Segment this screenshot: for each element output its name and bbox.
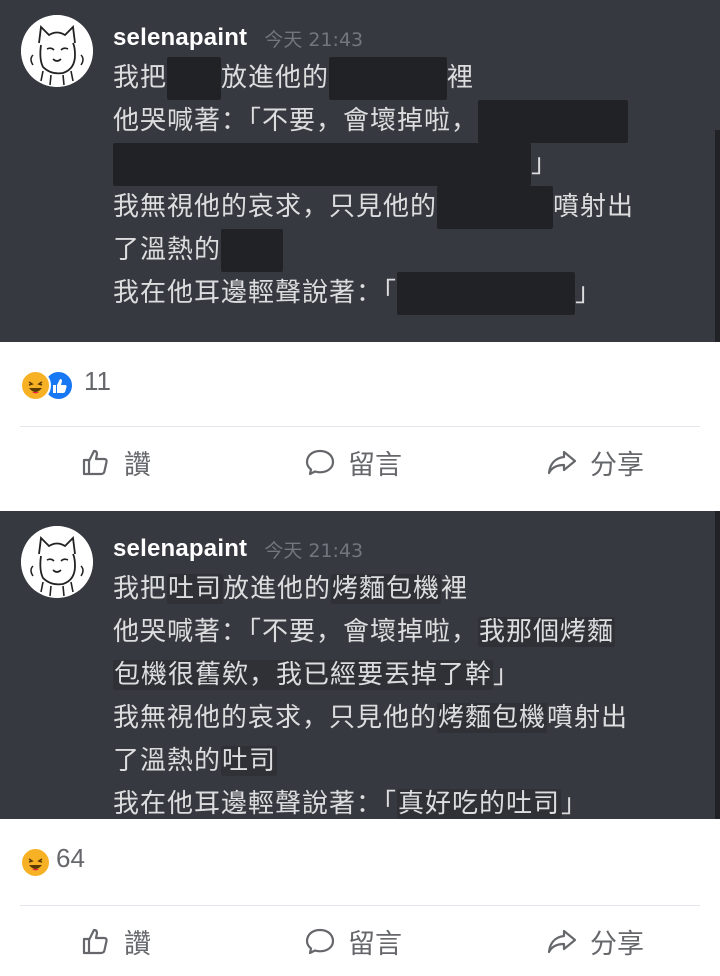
thumbs-up-icon: [82, 449, 108, 476]
text-segment: 放進他的: [221, 63, 330, 93]
text-segment: 」: [531, 149, 559, 179]
reaction-summary[interactable]: 64: [20, 819, 700, 906]
message-body: 我把 放進他的 裡 他哭喊著：「不要，會壞掉啦， 」 我無視他的哀求，只見他的 噴射出…: [113, 57, 690, 315]
like-button[interactable]: 讚: [80, 427, 151, 497]
post-2: selenapaint 今天 21:43 我把吐司放進他的烤麵包機裡 他哭喊著：…: [0, 511, 720, 976]
reaction-count[interactable]: 64: [56, 843, 85, 874]
text-segment: 裡: [447, 63, 475, 93]
like-label: 讚: [124, 449, 151, 481]
action-bar: 讚 留言 分享: [20, 427, 700, 497]
reaction-count[interactable]: 11: [84, 366, 111, 397]
text-segment: 他哭喊著：「不要，會壞掉啦，: [113, 617, 479, 647]
comment-bubble-icon: [305, 928, 335, 955]
spoiler-block[interactable]: [221, 229, 284, 272]
text-segment: 我在他耳邊輕聲說著：「: [113, 789, 398, 819]
reaction-icons: [20, 847, 51, 878]
share-arrow-icon: [547, 450, 577, 475]
text-segment: 裡: [441, 574, 469, 604]
share-label: 分享: [590, 928, 644, 960]
share-button[interactable]: 分享: [546, 906, 644, 976]
text-segment: 了溫熱的: [113, 235, 222, 265]
spoiler-block[interactable]: [397, 272, 576, 315]
message-header: selenapaint 今天 21:43: [113, 535, 363, 567]
revealed-spoiler[interactable]: 吐司: [221, 746, 278, 776]
spoiler-block[interactable]: [478, 100, 629, 143]
text-segment: 放進他的: [223, 574, 332, 604]
message-line: 我在他耳邊輕聲說著：「真好吃的吐司」: [113, 783, 690, 819]
reaction-summary[interactable]: 11: [20, 342, 700, 427]
avatar[interactable]: [21, 526, 93, 598]
username[interactable]: selenapaint: [113, 535, 247, 562]
text-segment: 我無視他的哀求，只見他的: [113, 703, 438, 733]
message-line: 了溫熱的吐司: [113, 740, 690, 783]
action-bar: 讚 留言 分享: [20, 906, 700, 976]
message-line: 他哭喊著：「不要，會壞掉啦，我那個烤麵: [113, 611, 690, 654]
text-segment: 了溫熱的: [113, 746, 222, 776]
message-line: 我在他耳邊輕聲說著：「 」: [113, 272, 690, 315]
text-segment: 噴射出: [547, 703, 629, 733]
revealed-spoiler[interactable]: 烤麵包機: [331, 574, 442, 604]
message-line: 我把吐司放進他的烤麵包機裡: [113, 568, 690, 611]
reaction-icons: [20, 370, 74, 401]
message-header: selenapaint 今天 21:43: [113, 24, 363, 56]
spoiler-block[interactable]: [167, 57, 222, 100]
username[interactable]: selenapaint: [113, 24, 247, 51]
revealed-spoiler[interactable]: 我那個烤麵: [478, 617, 616, 647]
scrollbar[interactable]: [715, 130, 720, 342]
timestamp: 今天 21:43: [264, 28, 364, 51]
haha-icon: [20, 370, 51, 401]
thumbs-up-icon: [82, 928, 108, 955]
text-segment: 」: [493, 660, 521, 690]
text-segment: 我把: [113, 574, 168, 604]
scrollbar[interactable]: [715, 511, 720, 819]
text-segment: 」: [575, 278, 603, 308]
haha-icon: [20, 847, 51, 878]
comment-label: 留言: [348, 449, 402, 481]
spoiler-block[interactable]: [437, 186, 554, 229]
message-body: 我把吐司放進他的烤麵包機裡 他哭喊著：「不要，會壞掉啦，我那個烤麵 包機很舊欸，…: [113, 568, 690, 819]
share-arrow-icon: [547, 929, 577, 954]
chat-message-screenshot: selenapaint 今天 21:43 我把吐司放進他的烤麵包機裡 他哭喊著：…: [0, 511, 720, 819]
comment-label: 留言: [348, 928, 402, 960]
message-line: 他哭喊著：「不要，會壞掉啦，: [113, 100, 690, 143]
spoiler-block[interactable]: [113, 143, 531, 186]
text-segment: 我無視他的哀求，只見他的: [113, 192, 438, 222]
comment-button[interactable]: 留言: [304, 906, 402, 976]
post-1: selenapaint 今天 21:43 我把 放進他的 裡 他哭喊著：「不要，會壞…: [0, 0, 720, 497]
text-segment: 我在他耳邊輕聲說著：「: [113, 278, 398, 308]
message-line: 我無視他的哀求，只見他的 噴射出: [113, 186, 690, 229]
avatar[interactable]: [21, 15, 93, 87]
text-segment: 噴射出: [553, 192, 635, 222]
revealed-spoiler[interactable]: 真好吃的吐司: [397, 789, 562, 819]
share-label: 分享: [590, 449, 644, 481]
timestamp: 今天 21:43: [264, 539, 364, 562]
text-segment: 」: [561, 789, 589, 819]
comment-button[interactable]: 留言: [304, 427, 402, 497]
revealed-spoiler[interactable]: 包機很舊欸，我已經要丟掉了幹: [113, 660, 494, 690]
message-line: 我把 放進他的 裡: [113, 57, 690, 100]
message-line: 包機很舊欸，我已經要丟掉了幹」: [113, 654, 690, 697]
message-line: 我無視他的哀求，只見他的烤麵包機噴射出: [113, 697, 690, 740]
share-button[interactable]: 分享: [546, 427, 644, 497]
revealed-spoiler[interactable]: 烤麵包機: [437, 703, 548, 733]
message-line: 」: [113, 143, 690, 186]
like-label: 讚: [124, 928, 151, 960]
comment-bubble-icon: [305, 449, 335, 476]
revealed-spoiler[interactable]: 吐司: [167, 574, 224, 604]
text-segment: 我把: [113, 63, 168, 93]
message-line: 了溫熱的: [113, 229, 690, 272]
like-button[interactable]: 讚: [80, 906, 151, 976]
chat-message-screenshot: selenapaint 今天 21:43 我把 放進他的 裡 他哭喊著：「不要，會壞…: [0, 0, 720, 342]
spoiler-block[interactable]: [329, 57, 448, 100]
text-segment: 他哭喊著：「不要，會壞掉啦，: [113, 106, 479, 136]
